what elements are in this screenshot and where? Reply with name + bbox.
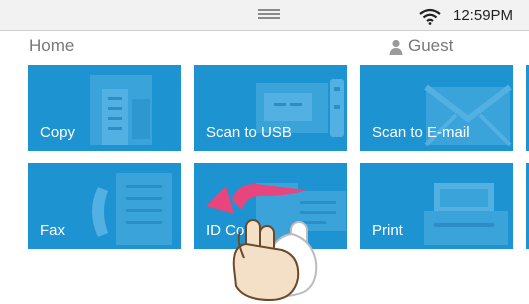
tile-label: Scan to E-mail [372,124,470,141]
scan-to-email-tile[interactable]: Scan to E-mail [360,65,513,151]
status-bar: 12:59PM [0,0,529,31]
tile-label: Copy [40,124,76,141]
wifi-icon [419,8,441,25]
tile-label: ID Copy [206,222,261,239]
tile-label: Fax [40,222,66,239]
scan-to-usb-tile[interactable]: Scan to USB [194,65,347,151]
page-title: Home [29,36,75,55]
tile-label: Print [372,222,403,239]
tile-label: Scan to USB [206,124,292,141]
copy-tile[interactable]: Copy [28,65,181,151]
id-copy-tile[interactable]: ID Copy [194,163,347,249]
person-icon [389,39,403,55]
print-tile[interactable]: Print [360,163,513,249]
fax-tile[interactable]: Fax [28,163,181,249]
status-time: 12:59PM [453,7,514,24]
user-label[interactable]: Guest [408,36,453,56]
home-screen: 12:59PM Home Guest Copy Scan to USB Scan… [0,0,529,304]
drag-handle-icon[interactable] [258,9,280,19]
